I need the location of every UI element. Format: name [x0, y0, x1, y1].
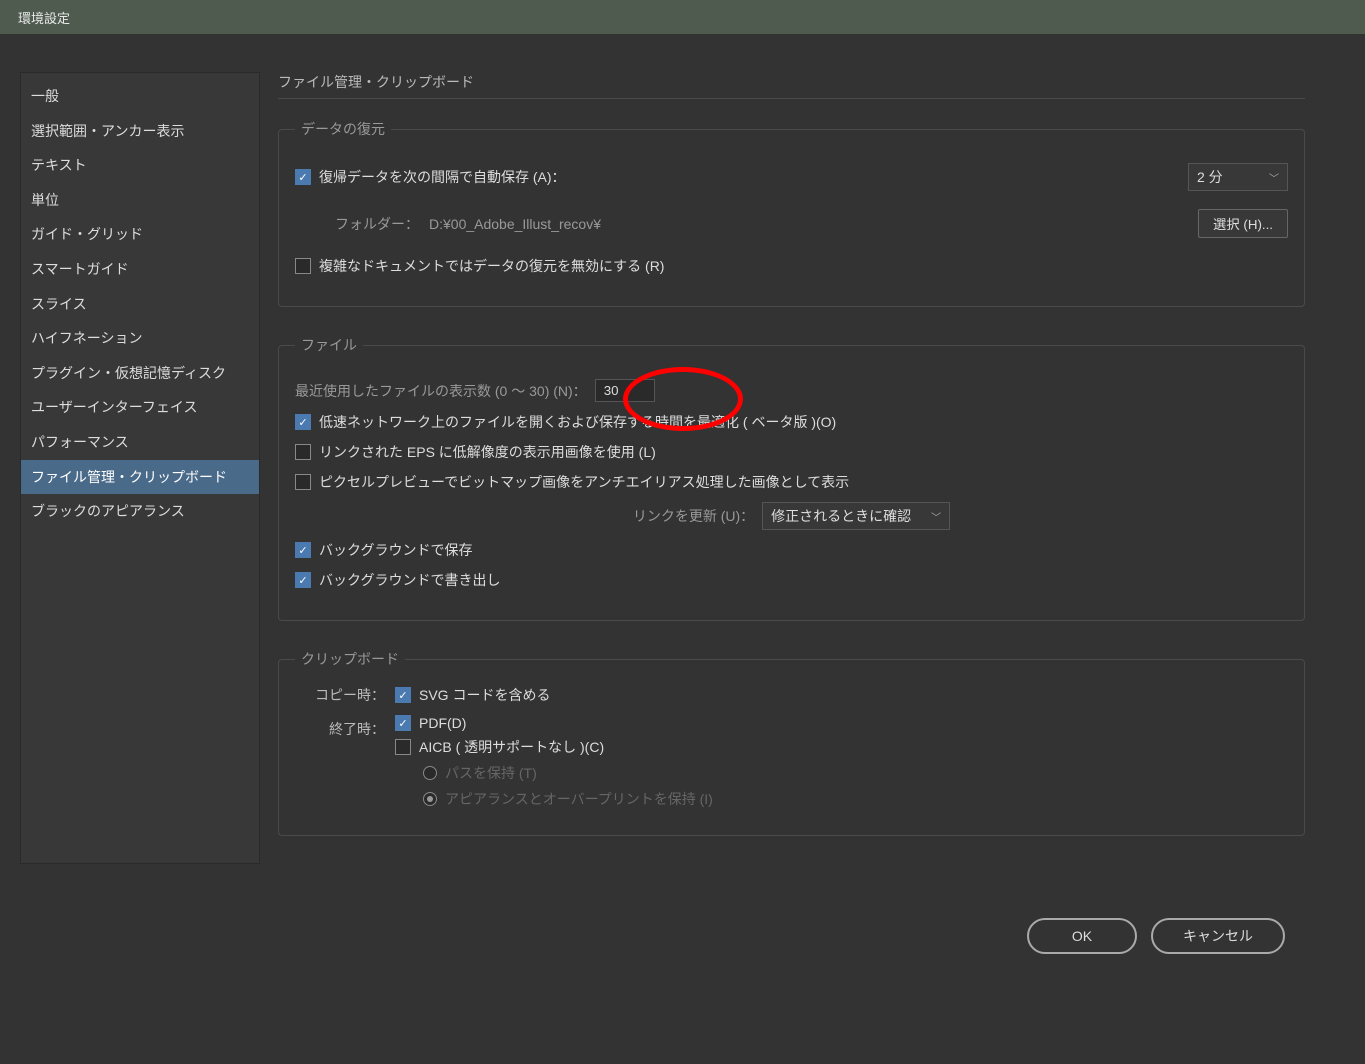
legend-clipboard: クリップボード [295, 649, 405, 669]
checkbox-optimize-network[interactable]: ✓ [295, 414, 311, 430]
window-title: 環境設定 [18, 8, 70, 27]
checkbox-bg-save[interactable]: ✓ [295, 542, 311, 558]
dropdown-autosave-value: 2 分 [1197, 167, 1223, 187]
panel-heading: ファイル管理・クリップボード [278, 72, 1305, 99]
sidebar-item-units[interactable]: 単位 [21, 183, 259, 218]
sidebar: 一般 選択範囲・アンカー表示 テキスト 単位 ガイド・グリッド スマートガイド … [20, 72, 260, 864]
label-on-copy: コピー時： [295, 685, 385, 705]
ok-button[interactable]: OK [1027, 918, 1137, 954]
chevron-down-icon: ﹀ [931, 509, 941, 524]
label-disable-complex: 複雑なドキュメントではデータの復元を無効にする (R) [319, 256, 664, 276]
label-optimize-network: 低速ネットワーク上のファイルを開くおよび保存する時間を最適化 ( ベータ版 )(… [319, 412, 836, 432]
legend-file: ファイル [295, 335, 363, 355]
dropdown-autosave-interval[interactable]: 2 分 ﹀ [1188, 163, 1288, 191]
folder-path: D:¥00_Adobe_Illust_recov¥ [429, 216, 601, 232]
checkbox-eps[interactable] [295, 444, 311, 460]
label-preserve-appearance: アピアランスとオーバープリントを保持 (I) [445, 789, 713, 809]
checkbox-pdf[interactable]: ✓ [395, 715, 411, 731]
sidebar-item-black[interactable]: ブラックのアピアランス [21, 494, 259, 529]
label-recent-files: 最近使用したファイルの表示数 (0 〜 30) (N)： [295, 381, 587, 401]
sidebar-item-performance[interactable]: パフォーマンス [21, 425, 259, 460]
sidebar-item-text[interactable]: テキスト [21, 148, 259, 183]
choose-folder-button[interactable]: 選択 (H)... [1198, 209, 1288, 238]
cancel-button[interactable]: キャンセル [1151, 918, 1285, 954]
group-file: ファイル 最近使用したファイルの表示数 (0 〜 30) (N)： ✓ 低速ネッ… [278, 335, 1305, 621]
label-bg-export: バックグラウンドで書き出し [319, 570, 500, 590]
group-clipboard: クリップボード コピー時： ✓ SVG コードを含める 終了時： ✓ PDF(D… [278, 649, 1305, 836]
content-panel: ファイル管理・クリップボード データの復元 ✓ 復帰データを次の間隔で自動保存 … [278, 72, 1345, 864]
main-area: 一般 選択範囲・アンカー表示 テキスト 単位 ガイド・グリッド スマートガイド … [0, 34, 1365, 884]
sidebar-item-hyphenation[interactable]: ハイフネーション [21, 321, 259, 356]
radio-preserve-appearance[interactable] [423, 792, 437, 806]
sidebar-item-ui[interactable]: ユーザーインターフェイス [21, 390, 259, 425]
sidebar-item-general[interactable]: 一般 [21, 79, 259, 114]
sidebar-item-selection[interactable]: 選択範囲・アンカー表示 [21, 114, 259, 149]
checkbox-autosave[interactable]: ✓ [295, 169, 311, 185]
label-pdf: PDF(D) [419, 715, 466, 731]
label-update-links: リンクを更新 (U)： [633, 506, 754, 526]
label-pixelpreview: ピクセルプレビューでビットマップ画像をアンチエイリアス処理した画像として表示 [319, 472, 849, 492]
sidebar-item-file-clipboard[interactable]: ファイル管理・クリップボード [21, 460, 259, 495]
group-data-recovery: データの復元 ✓ 復帰データを次の間隔で自動保存 (A)： 2 分 ﹀ フォルダ… [278, 119, 1305, 307]
label-eps: リンクされた EPS に低解像度の表示用画像を使用 (L) [319, 442, 656, 462]
sidebar-item-smartguides[interactable]: スマートガイド [21, 252, 259, 287]
footer-buttons: OK キャンセル [1027, 918, 1285, 954]
label-autosave: 復帰データを次の間隔で自動保存 (A)： [319, 167, 566, 187]
label-preserve-paths: パスを保持 (T) [445, 763, 537, 783]
sidebar-item-slices[interactable]: スライス [21, 287, 259, 322]
checkbox-svg[interactable]: ✓ [395, 687, 411, 703]
label-bg-save: バックグラウンドで保存 [319, 540, 472, 560]
input-recent-files[interactable] [595, 379, 655, 402]
dropdown-update-links[interactable]: 修正されるときに確認 ﹀ [762, 502, 950, 530]
legend-data-recovery: データの復元 [295, 119, 391, 139]
checkbox-aicb[interactable] [395, 739, 411, 755]
label-on-quit: 終了時： [295, 713, 385, 739]
label-svg: SVG コードを含める [419, 685, 550, 705]
checkbox-disable-complex[interactable] [295, 258, 311, 274]
radio-preserve-paths[interactable] [423, 766, 437, 780]
checkbox-bg-export[interactable]: ✓ [295, 572, 311, 588]
chevron-down-icon: ﹀ [1269, 170, 1279, 185]
sidebar-item-guides[interactable]: ガイド・グリッド [21, 217, 259, 252]
label-aicb: AICB ( 透明サポートなし )(C) [419, 737, 604, 757]
label-folder: フォルダー： [335, 214, 419, 234]
checkbox-pixelpreview[interactable] [295, 474, 311, 490]
titlebar: 環境設定 [0, 0, 1365, 34]
dropdown-update-links-value: 修正されるときに確認 [771, 506, 911, 526]
sidebar-item-plugins[interactable]: プラグイン・仮想記憶ディスク [21, 356, 259, 391]
